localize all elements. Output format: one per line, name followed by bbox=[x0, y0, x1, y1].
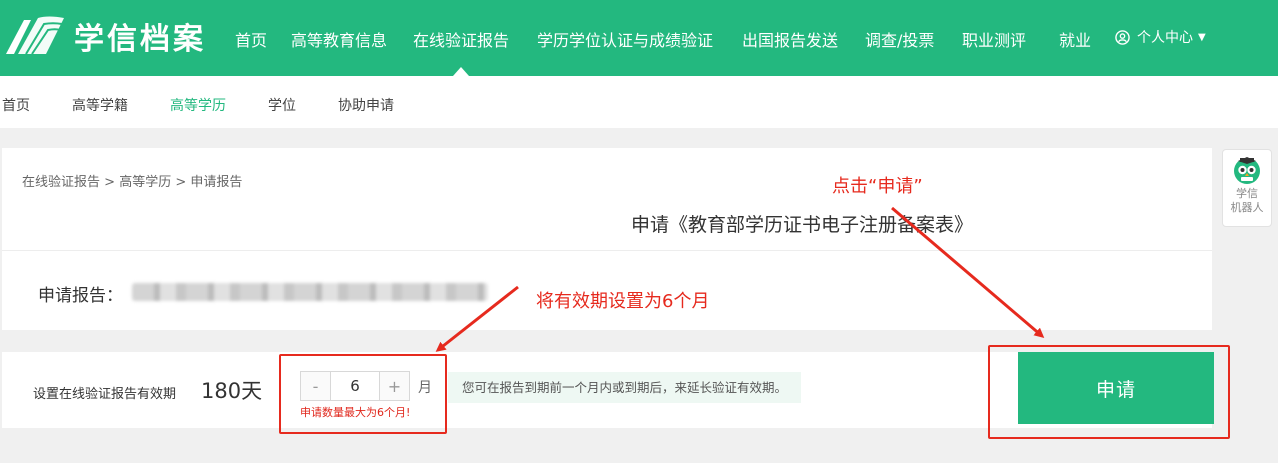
renewal-hint: 您可在报告到期前一个月内或到期后，来延长验证有效期。 bbox=[448, 372, 802, 403]
breadcrumb-item-apply-report: 申请报告 bbox=[190, 175, 243, 190]
subnav-item-student-status[interactable]: 高等学籍 bbox=[72, 95, 128, 115]
nav-item-survey-vote[interactable]: 调查/投票 bbox=[865, 27, 934, 51]
site-logo[interactable]: 学信档案 bbox=[4, 14, 206, 58]
report-label: 申请报告： bbox=[38, 286, 123, 306]
breadcrumb: 在线验证报告 > 高等学历 > 申请报告 bbox=[22, 171, 242, 190]
caret-down-icon: ▼ bbox=[1198, 31, 1206, 43]
subnav-item-home[interactable]: 首页 bbox=[2, 95, 30, 115]
book-logo-icon bbox=[6, 16, 64, 55]
nav-item-home[interactable]: 首页 bbox=[235, 27, 267, 51]
page-title-row: 申请《教育部学历证书电子注册备案表》 bbox=[2, 210, 1212, 237]
site-title: 学信档案 bbox=[74, 22, 206, 57]
validity-days: 180天 bbox=[201, 379, 263, 403]
nav-item-degree-certification[interactable]: 学历学位认证与成绩验证 bbox=[537, 27, 713, 51]
breadcrumb-item-online-report[interactable]: 在线验证报告 bbox=[22, 175, 100, 190]
nav-item-employment[interactable]: 就业 bbox=[1059, 27, 1091, 51]
robot-owl-icon bbox=[1234, 157, 1260, 184]
subnav-item-academic-record[interactable]: 高等学历 bbox=[170, 95, 226, 115]
xuexin-robot-widget[interactable]: 学信 机器人 bbox=[1222, 149, 1272, 227]
annotation-highlight-stepper bbox=[279, 354, 447, 434]
subnav-item-assisted-application[interactable]: 协助申请 bbox=[338, 95, 394, 115]
breadcrumb-separator: > bbox=[171, 175, 191, 190]
divider bbox=[2, 250, 1212, 251]
breadcrumb-item-academic-record[interactable]: 高等学历 bbox=[119, 175, 171, 190]
validity-label: 设置在线验证报告有效期 bbox=[33, 387, 177, 402]
top-navigation: 学信档案 首页 高等教育信息 在线验证报告 学历学位认证与成绩验证 出国报告发送… bbox=[0, 0, 1278, 76]
nav-item-higher-education-info[interactable]: 高等教育信息 bbox=[291, 27, 387, 51]
annotation-highlight-apply bbox=[988, 345, 1230, 439]
breadcrumb-separator: > bbox=[100, 175, 120, 190]
subnav-item-degree[interactable]: 学位 bbox=[268, 95, 296, 115]
robot-label-line1: 学信 bbox=[1236, 187, 1258, 200]
annotation-set-validity: 将有效期设置为6个月 bbox=[536, 291, 710, 312]
nav-item-career-assessment[interactable]: 职业测评 bbox=[962, 27, 1026, 51]
robot-label-line2: 机器人 bbox=[1230, 201, 1264, 214]
user-center-label: 个人中心 bbox=[1137, 30, 1193, 46]
nav-item-overseas-report[interactable]: 出国报告发送 bbox=[742, 27, 838, 51]
sub-navigation: 首页 高等学籍 高等学历 学位 协助申请 bbox=[0, 76, 1278, 128]
user-icon bbox=[1115, 29, 1130, 45]
blurred-report-name bbox=[132, 283, 488, 301]
user-center-menu[interactable]: 个人中心 ▼ bbox=[1115, 27, 1206, 47]
annotation-click-apply: 点击“申请” bbox=[832, 176, 923, 197]
page-title: 申请《教育部学历证书电子注册备案表》 bbox=[630, 214, 973, 236]
nav-item-online-verification-report[interactable]: 在线验证报告 bbox=[413, 27, 509, 76]
